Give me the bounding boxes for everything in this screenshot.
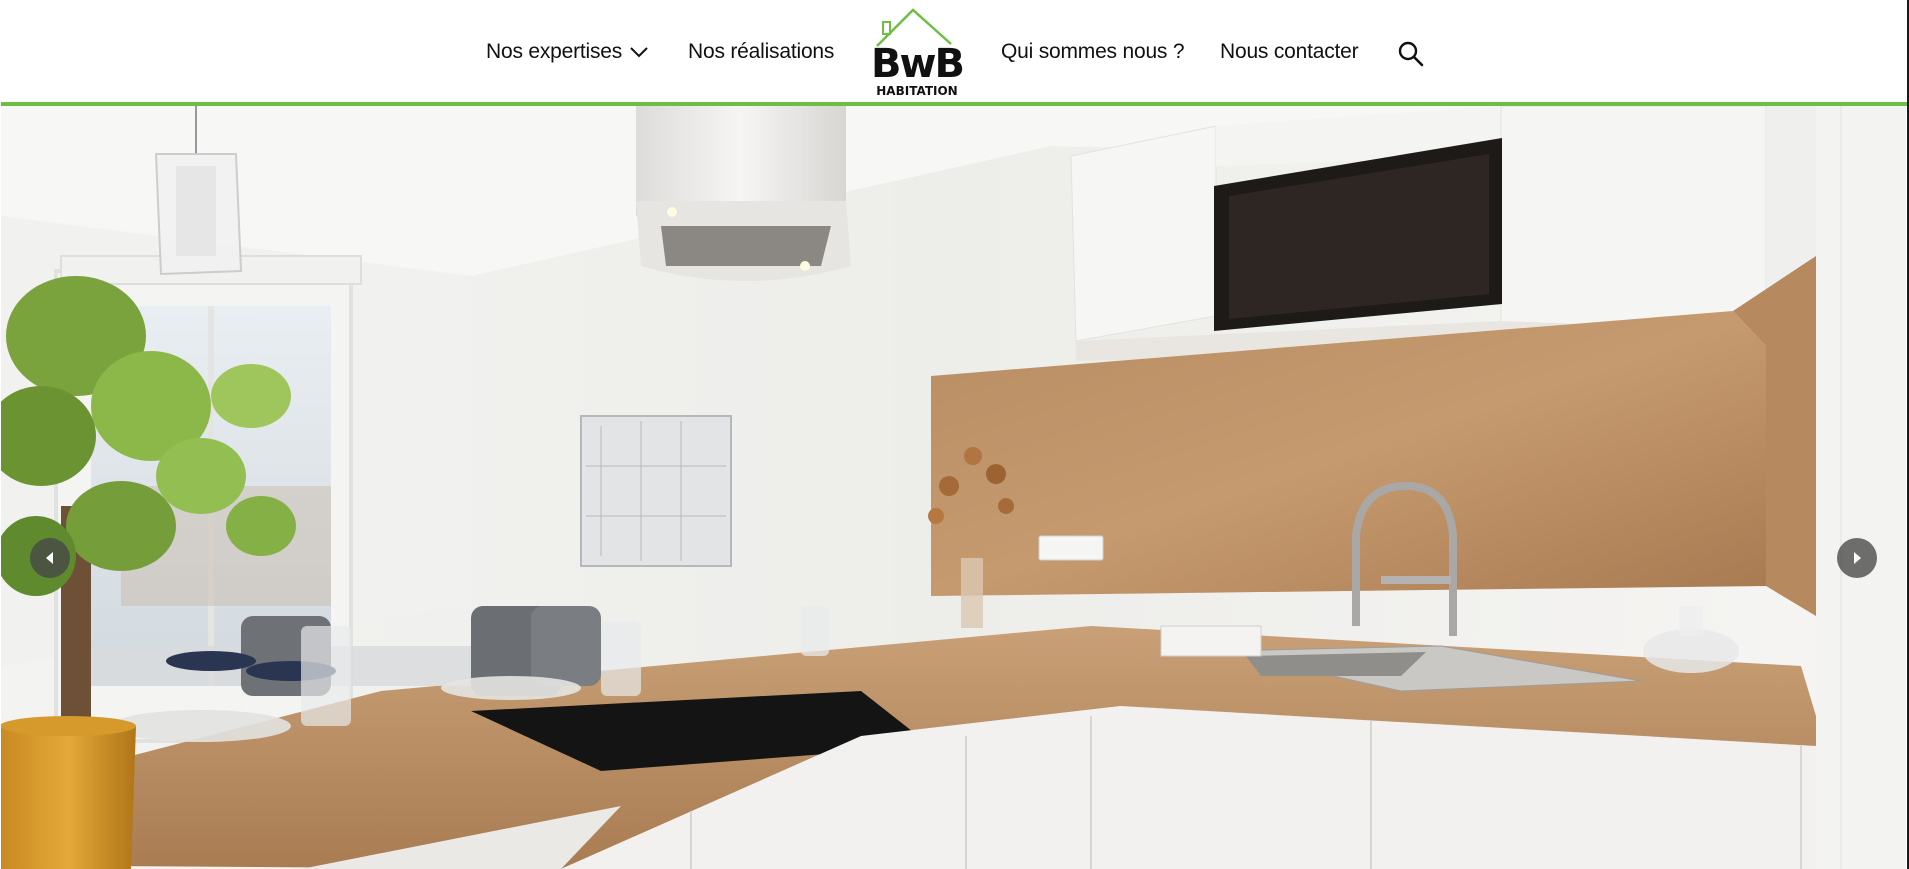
slideshow-next-button[interactable]: [1837, 538, 1877, 578]
kitchen-photo: [1, 106, 1906, 869]
search-icon: [1398, 41, 1424, 67]
search-button[interactable]: [1397, 40, 1425, 68]
slideshow-prev-button[interactable]: [30, 538, 70, 578]
nav-item-expertises[interactable]: Nos expertises: [486, 38, 648, 66]
chevron-right-icon: [1854, 552, 1861, 564]
site-header: Nos expertises Nos réalisations BwB HABI…: [1, 0, 1907, 106]
logo-main-text: BwB: [871, 41, 965, 87]
nav-item-realisations[interactable]: Nos réalisations: [688, 38, 834, 66]
hero-slideshow: [1, 106, 1906, 869]
chevron-down-icon: [630, 47, 648, 58]
chevron-left-icon: [46, 552, 53, 564]
nav-item-qui-sommes-nous[interactable]: Qui sommes nous ?: [1001, 38, 1185, 66]
logo-sub-text: HABITATION: [876, 84, 958, 98]
nav-item-contact[interactable]: Nous contacter: [1220, 38, 1359, 66]
site-logo[interactable]: BwB HABITATION: [869, 8, 965, 98]
nav-item-expertises-label: Nos expertises: [486, 40, 623, 63]
